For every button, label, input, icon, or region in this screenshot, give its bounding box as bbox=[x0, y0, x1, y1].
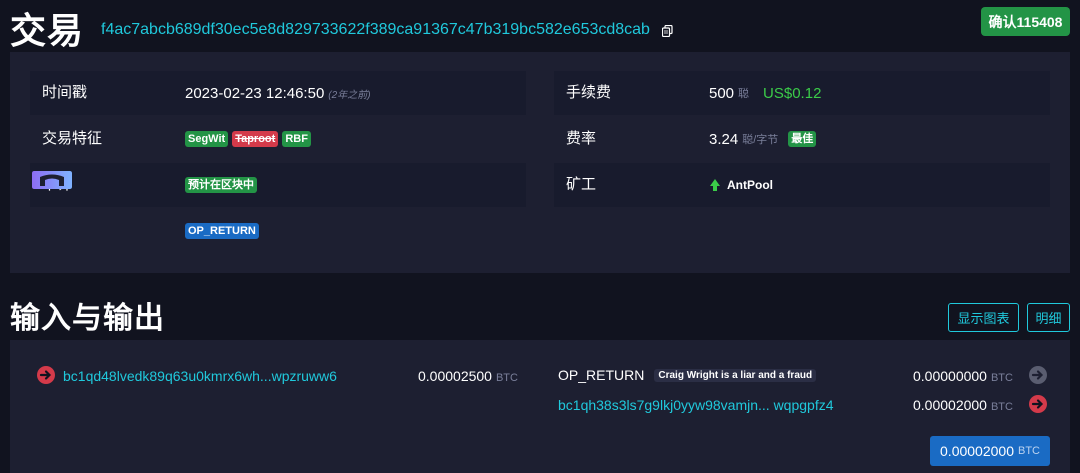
antpool-icon bbox=[710, 179, 720, 191]
transaction-details-panel: 时间戳 2023-02-23 12:46:50 (2年之前) 交易特征 SegW… bbox=[10, 52, 1070, 273]
confirmations-badge: 确认115408 bbox=[981, 7, 1070, 36]
total-amount-button[interactable]: 0.00002000 BTC bbox=[930, 436, 1050, 466]
op-return-output: OP_RETURN Craig Wright is a liar and a f… bbox=[558, 367, 817, 383]
transaction-id-link[interactable]: f4ac7abcb689df30ec5e8d829733622f389ca913… bbox=[101, 21, 650, 39]
features-badges: SegWit Taproot RBF bbox=[185, 117, 315, 161]
taproot-badge[interactable]: Taproot bbox=[232, 131, 279, 147]
io-panel bbox=[10, 340, 1070, 473]
output-address-link[interactable]: bc1qh38s3ls7g9lkj0yyw98vamjn... wqpgpfz4 bbox=[558, 397, 834, 413]
timestamp-relative: (2年之前) bbox=[328, 89, 371, 101]
input-amount: 0.00002500 BTC bbox=[418, 368, 518, 384]
fee-rate-unit: 聪/字节 bbox=[742, 134, 779, 146]
fee-rate-label: 费率 bbox=[566, 130, 597, 147]
timestamp-label: 时间戳 bbox=[42, 84, 88, 101]
fee-row: 手续费 500 聪 US$0.12 bbox=[554, 71, 1050, 115]
show-chart-button[interactable]: 显示图表 bbox=[948, 303, 1019, 332]
fee-rate-badge: 最佳 bbox=[788, 131, 817, 147]
miner-label: 矿工 bbox=[566, 176, 597, 193]
fee-unit: 聪 bbox=[738, 88, 750, 100]
fee-usd: US$0.12 bbox=[763, 84, 822, 102]
total-unit: BTC bbox=[1017, 445, 1040, 457]
output-amount-0: 0.00000000 BTC bbox=[913, 368, 1013, 384]
output-amount-1: 0.00002000 BTC bbox=[913, 397, 1013, 413]
op-return-message: Craig Wright is a liar and a fraud bbox=[654, 368, 817, 382]
timestamp-value-group: 2023-02-23 12:46:50 (2年之前) bbox=[185, 71, 371, 115]
script-row: OP_RETURN bbox=[30, 209, 526, 253]
input-arrow-icon[interactable] bbox=[37, 366, 55, 384]
audit-status-badge: 预计在区块中 bbox=[185, 177, 257, 193]
input-address-link[interactable]: bc1qd48lvedk89q63u0kmrx6wh...wpzruww6 bbox=[63, 368, 337, 384]
tx-flag-icon bbox=[32, 171, 72, 189]
output-spent-icon bbox=[1029, 366, 1047, 384]
miner-name[interactable]: AntPool bbox=[727, 178, 773, 192]
segwit-badge[interactable]: SegWit bbox=[185, 131, 229, 147]
timestamp-value: 2023-02-23 12:46:50 bbox=[185, 84, 325, 102]
features-label: 交易特征 bbox=[42, 130, 103, 147]
fee-label: 手续费 bbox=[566, 84, 612, 101]
output-type: OP_RETURN bbox=[558, 367, 645, 383]
page-title: 交易 bbox=[10, 10, 85, 51]
fee-value: 500 bbox=[709, 84, 735, 102]
output-arrow-icon[interactable] bbox=[1029, 395, 1047, 413]
fee-rate-value: 3.24 bbox=[709, 130, 739, 148]
op-return-badge: OP_RETURN bbox=[185, 223, 259, 239]
io-section-title: 输入与输出 bbox=[10, 302, 165, 335]
total-amount: 0.00002000 bbox=[940, 443, 1014, 459]
fee-rate-row: 费率 3.24 聪/字节 最佳 bbox=[554, 117, 1050, 161]
timestamp-row: 时间戳 2023-02-23 12:46:50 (2年之前) bbox=[30, 71, 526, 115]
features-row: 交易特征 SegWit Taproot RBF bbox=[30, 117, 526, 161]
audit-row: 审计 预计在区块中 bbox=[30, 163, 526, 207]
copy-icon[interactable] bbox=[662, 25, 673, 37]
details-button[interactable]: 明细 bbox=[1027, 303, 1070, 332]
rbf-badge[interactable]: RBF bbox=[282, 131, 311, 147]
miner-row: 矿工 AntPool bbox=[554, 163, 1050, 207]
